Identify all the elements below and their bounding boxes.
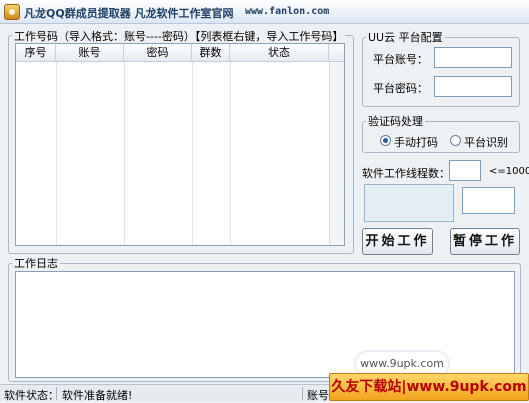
work-accounts-list[interactable]: 序号 账号 密码 群数 状态 <box>15 43 345 246</box>
captcha-platform-radio[interactable] <box>450 135 461 146</box>
status-divider <box>302 387 303 400</box>
cloud-config-group-title: UU云 平台配置 <box>366 29 445 45</box>
start-work-button[interactable]: 开始工作 <box>362 228 433 255</box>
grid-line <box>56 62 57 245</box>
captcha-manual-label[interactable]: 手动打码 <box>394 134 438 150</box>
platform-account-input[interactable] <box>434 47 512 68</box>
thread-count-label: 软件工作线程数： <box>362 167 450 180</box>
pause-work-button[interactable]: 暂停工作 <box>450 228 520 255</box>
list-scrollbar[interactable] <box>329 62 344 245</box>
watermark-banner: 久友下载站|www.9upk.com <box>329 373 529 401</box>
column-header-index[interactable]: 序号 <box>16 44 56 62</box>
grid-line <box>124 62 125 245</box>
platform-password-label: 平台密码： <box>373 82 428 95</box>
column-header-status[interactable]: 状态 <box>230 44 329 62</box>
title-bar: 凡龙QQ群成员提取器 凡龙软件工作室官网 www.fanlon.com <box>0 0 529 24</box>
window-title: 凡龙QQ群成员提取器 凡龙软件工作室官网 <box>24 7 234 20</box>
captcha-manual-radio[interactable] <box>380 135 391 146</box>
platform-account-label: 平台账号： <box>373 53 428 66</box>
column-header-password[interactable]: 密码 <box>124 44 192 62</box>
thread-count-hint: <=1000 <box>489 166 529 177</box>
status-divider <box>56 387 57 400</box>
website-link[interactable]: www.fanlon.com <box>245 6 329 17</box>
work-log-group-title: 工作日志 <box>12 255 60 271</box>
captcha-group-title: 验证码处理 <box>366 113 425 129</box>
column-header-groups[interactable]: 群数 <box>192 44 230 62</box>
thread-display-box <box>462 187 515 214</box>
captcha-platform-label[interactable]: 平台识别 <box>464 134 508 150</box>
thread-count-input[interactable] <box>449 160 481 181</box>
grid-line <box>192 62 193 245</box>
list-header: 序号 账号 密码 群数 状态 <box>16 44 344 62</box>
status-panel <box>364 184 454 222</box>
work-accounts-group-title: 工作号码（导入格式：账号----密码）【列表框右键，导入工作号码】 <box>12 28 346 44</box>
column-header-account[interactable]: 账号 <box>56 44 124 62</box>
app-icon <box>4 4 20 20</box>
platform-password-input[interactable] <box>434 76 512 97</box>
grid-line <box>230 62 231 245</box>
